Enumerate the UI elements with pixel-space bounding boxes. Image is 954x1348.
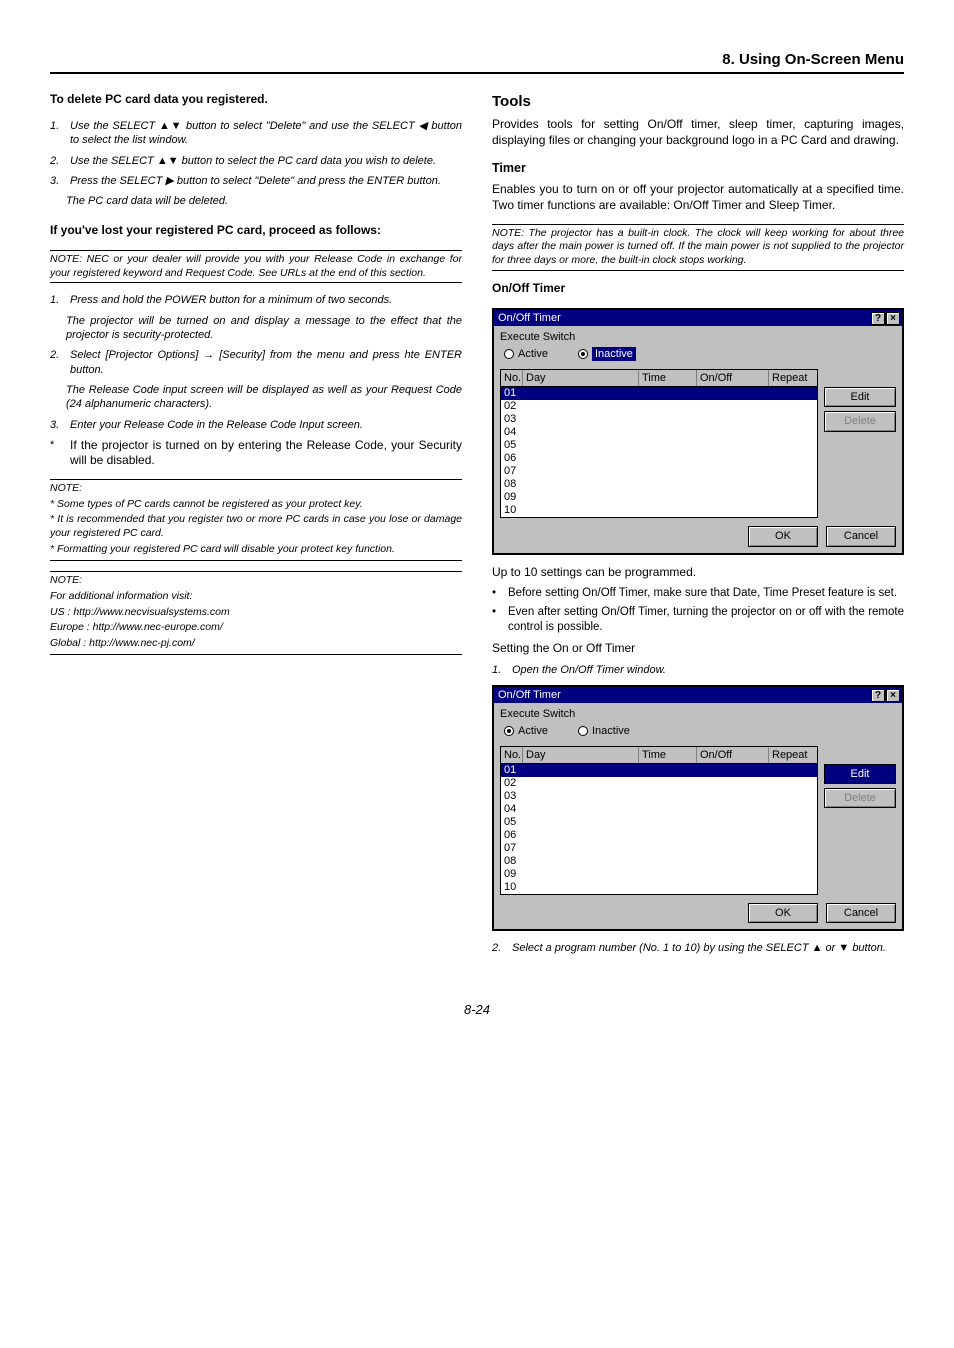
radio-inactive[interactable]: Inactive <box>578 347 636 361</box>
table-row[interactable]: 06 <box>501 829 817 842</box>
table-row[interactable]: 03 <box>501 413 817 426</box>
ok-button[interactable]: OK <box>748 903 818 923</box>
timer-table[interactable]: No. Day Time On/Off Repeat 01 02 03 04 <box>500 369 818 518</box>
col-time: Time <box>639 747 697 763</box>
timer-desc: Enables you to turn on or off your proje… <box>492 182 904 213</box>
timer-note: NOTE: The projector has a built-in clock… <box>492 224 904 271</box>
table-rows-2: 01 02 03 04 05 06 07 08 09 10 <box>501 764 817 894</box>
set-step-1: 1.Open the On/Off Timer window. <box>492 663 904 677</box>
table-row[interactable]: 02 <box>501 400 817 413</box>
table-row[interactable]: 04 <box>501 426 817 439</box>
table-row[interactable]: 06 <box>501 452 817 465</box>
left-column: To delete PC card data you registered. 1… <box>50 92 462 962</box>
table-row[interactable]: 04 <box>501 803 817 816</box>
page-number: 8-24 <box>50 1002 904 1019</box>
tools-title: Tools <box>492 92 904 112</box>
timer-title: Timer <box>492 160 904 176</box>
delete-heading: To delete PC card data you registered. <box>50 92 462 108</box>
delete-button[interactable]: Delete <box>824 788 896 808</box>
dialog-title: On/Off Timer <box>498 311 561 325</box>
col-repeat: Repeat <box>769 370 817 386</box>
help-icon[interactable]: ? <box>871 312 885 325</box>
cancel-button[interactable]: Cancel <box>826 903 896 923</box>
note-block-2: NOTE: * Some types of PC cards cannot be… <box>50 479 462 561</box>
col-onoff: On/Off <box>697 747 769 763</box>
bullet-2: •Even after setting On/Off Timer, turnin… <box>492 605 904 635</box>
delete-button[interactable]: Delete <box>824 411 896 431</box>
table-row[interactable]: 10 <box>501 504 817 517</box>
delete-step-1: 1.Use the SELECT ▲▼ button to select "De… <box>50 119 462 148</box>
execute-switch-label: Execute Switch <box>500 330 896 344</box>
close-icon[interactable]: × <box>886 312 900 325</box>
help-icon[interactable]: ? <box>871 689 885 702</box>
lost-star: *If the projector is turned on by enteri… <box>50 438 462 469</box>
onoff-timer-dialog-1: On/Off Timer ? × Execute Switch Active I… <box>492 308 904 554</box>
radio-inactive[interactable]: Inactive <box>578 724 630 738</box>
note-block-3: NOTE: For additional information visit: … <box>50 571 462 655</box>
lost-step-3: 3.Enter your Release Code in the Release… <box>50 418 462 432</box>
table-row[interactable]: 09 <box>501 491 817 504</box>
chapter-header: 8. Using On-Screen Menu <box>50 50 904 74</box>
col-time: Time <box>639 370 697 386</box>
timer-table[interactable]: No. Day Time On/Off Repeat 01 02 03 04 <box>500 746 818 895</box>
cancel-button[interactable]: Cancel <box>826 526 896 546</box>
delete-step-3: 3.Press the SELECT ▶ button to select "D… <box>50 174 462 188</box>
lost-heading: If you've lost your registered PC card, … <box>50 223 462 239</box>
bullet-1: •Before setting On/Off Timer, make sure … <box>492 586 904 601</box>
col-day: Day <box>523 747 639 763</box>
onoff-timer-dialog-2: On/Off Timer ? × Execute Switch Active I… <box>492 685 904 931</box>
table-rows-1: 01 02 03 04 05 06 07 08 09 10 <box>501 387 817 517</box>
lost-step-1b: The projector will be turned on and disp… <box>50 314 462 343</box>
dialog-title: On/Off Timer <box>498 688 561 702</box>
table-row[interactable]: 08 <box>501 478 817 491</box>
col-no: No. <box>501 747 523 763</box>
col-no: No. <box>501 370 523 386</box>
col-day: Day <box>523 370 639 386</box>
lost-note: NOTE: NEC or your dealer will provide yo… <box>50 250 462 283</box>
edit-button[interactable]: Edit <box>824 387 896 407</box>
delete-result: The PC card data will be deleted. <box>50 194 462 208</box>
upto-text: Up to 10 settings can be programmed. <box>492 565 904 581</box>
execute-switch-label: Execute Switch <box>500 707 896 721</box>
tools-desc: Provides tools for setting On/Off timer,… <box>492 117 904 148</box>
table-row[interactable]: 09 <box>501 868 817 881</box>
lost-step-2b: The Release Code input screen will be di… <box>50 383 462 412</box>
close-icon[interactable]: × <box>886 689 900 702</box>
col-repeat: Repeat <box>769 747 817 763</box>
table-row[interactable]: 07 <box>501 842 817 855</box>
table-row[interactable]: 05 <box>501 439 817 452</box>
table-row[interactable]: 01 <box>501 387 817 400</box>
table-row[interactable]: 08 <box>501 855 817 868</box>
table-row[interactable]: 03 <box>501 790 817 803</box>
ok-button[interactable]: OK <box>748 526 818 546</box>
table-row[interactable]: 05 <box>501 816 817 829</box>
table-row[interactable]: 10 <box>501 881 817 894</box>
table-row[interactable]: 07 <box>501 465 817 478</box>
radio-active[interactable]: Active <box>504 347 548 361</box>
setting-heading: Setting the On or Off Timer <box>492 641 904 657</box>
lost-step-1: 1.Press and hold the POWER button for a … <box>50 293 462 307</box>
edit-button[interactable]: Edit <box>824 764 896 784</box>
lost-step-2: 2.Select [Projector Options] → [Security… <box>50 348 462 377</box>
col-onoff: On/Off <box>697 370 769 386</box>
table-row[interactable]: 02 <box>501 777 817 790</box>
radio-active[interactable]: Active <box>504 724 548 738</box>
set-step-2: 2.Select a program number (No. 1 to 10) … <box>492 941 904 955</box>
onoff-title: On/Off Timer <box>492 281 904 297</box>
table-row[interactable]: 01 <box>501 764 817 777</box>
right-column: Tools Provides tools for setting On/Off … <box>492 92 904 962</box>
delete-step-2: 2.Use the SELECT ▲▼ button to select the… <box>50 154 462 168</box>
